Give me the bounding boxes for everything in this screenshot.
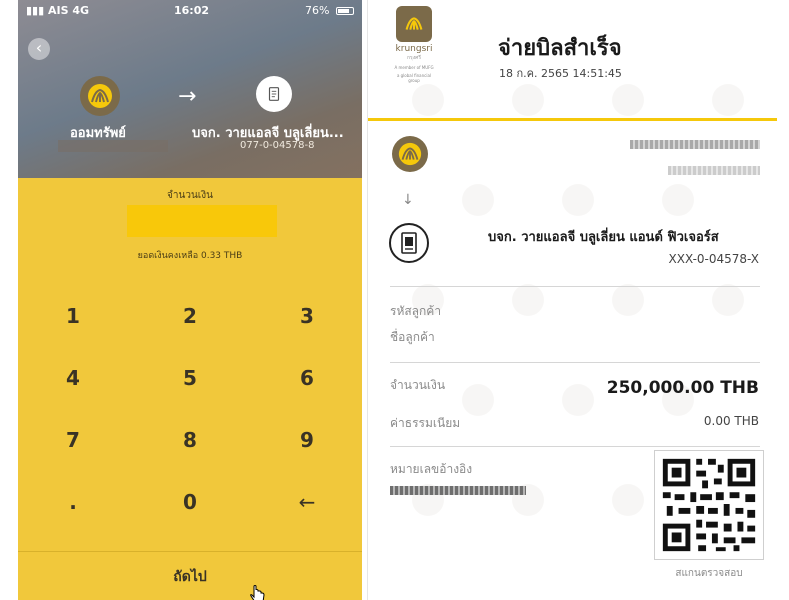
arrow-right-icon: → [178, 84, 197, 109]
receipt-icon [389, 223, 429, 263]
backspace-icon[interactable]: ← [252, 472, 362, 532]
key-6[interactable]: 6 [252, 348, 362, 408]
key-8[interactable]: 8 [135, 410, 245, 470]
brand-tagline-1: A member of MUFG [394, 65, 434, 70]
fee-label: ค่าธรรมเนียม [390, 416, 461, 430]
krungsri-logo-icon [396, 6, 432, 42]
next-button[interactable]: ถัดไป [18, 551, 362, 600]
sender-account-blurred [668, 166, 760, 175]
payee-account: XXX-0-04578-X [668, 252, 760, 266]
signal-indicator: ▮▮▮ AIS 4G [26, 4, 89, 17]
key-0[interactable]: 0 [135, 472, 245, 532]
receipt-datetime: 18 ก.ค. 2565 14:51:45 [499, 67, 622, 80]
key-decimal[interactable]: . [18, 472, 128, 532]
qr-code[interactable] [654, 450, 764, 560]
chevron-left-icon: ‹ [35, 38, 43, 57]
key-5[interactable]: 5 [135, 348, 245, 408]
amount-value: 250,000.00 THB [606, 378, 759, 398]
key-9[interactable]: 9 [252, 410, 362, 470]
to-account-number: 077-0-04578-8 [240, 140, 315, 151]
signal-icon: ▮▮▮ [26, 4, 45, 17]
qr-scan-label: สแกนตรวจสอบ [675, 568, 743, 579]
receipt-title: จ่ายบิลสำเร็จ [498, 36, 622, 61]
from-account-number-masked [58, 140, 168, 152]
next-button-label: ถัดไป [173, 569, 207, 585]
hand-cursor-icon [250, 585, 265, 600]
key-1[interactable]: 1 [18, 286, 128, 346]
bill-icon [256, 76, 292, 112]
back-button[interactable]: ‹ [28, 38, 50, 60]
fee-value: 0.00 THB [703, 414, 759, 428]
payee-name: บจก. วายแอลจี บลูเลี่ยน แอนด์ ฟิวเจอร์ส [488, 230, 719, 245]
customer-name-label: ชื่อลูกค้า [390, 330, 435, 344]
sender-bank-icon [392, 136, 428, 172]
key-2[interactable]: 2 [135, 286, 245, 346]
battery-icon [336, 7, 354, 15]
customer-code-label: รหัสลูกค้า [390, 304, 442, 318]
brand-tagline-2: a global financial group [396, 73, 432, 83]
carrier-name: AIS [48, 4, 69, 17]
krungsri-logo-icon [80, 76, 120, 116]
status-time: 16:02 [174, 4, 210, 17]
brand-name-thai: กรุงศรี [406, 55, 421, 61]
transfer-screen: ▮▮▮ AIS 4G 16:02 76% ‹ → ออมทรัพย์ บจก. … [18, 0, 362, 600]
sender-name-blurred [630, 140, 760, 149]
key-7[interactable]: 7 [18, 410, 128, 470]
brand-name: krungsri [395, 44, 433, 54]
divider [390, 286, 760, 287]
reference-label: หมายเลขอ้างอิง [390, 462, 473, 476]
arrow-down-icon: ↓ [402, 192, 414, 208]
status-bar: ▮▮▮ AIS 4G 16:02 76% [26, 4, 354, 20]
reference-number-blurred [390, 486, 526, 495]
balance-text: ยอดเงินคงเหลือ 0.33 THB [137, 251, 243, 261]
divider [390, 362, 760, 363]
amount-input[interactable] [127, 205, 277, 237]
network-type: 4G [72, 4, 90, 17]
payment-receipt: krungsri กรุงศรี A member of MUFG a glob… [367, 0, 777, 600]
battery-indicator: 76% [305, 4, 354, 17]
krungsri-brand: krungsri กรุงศรี A member of MUFG a glob… [392, 6, 436, 83]
key-3[interactable]: 3 [252, 286, 362, 346]
key-4[interactable]: 4 [18, 348, 128, 408]
amount-label: จำนวนเงิน [390, 378, 446, 392]
header-divider [368, 118, 777, 121]
divider [390, 446, 760, 447]
amount-label: จำนวนเงิน [167, 190, 213, 201]
battery-percent: 76% [305, 4, 330, 17]
